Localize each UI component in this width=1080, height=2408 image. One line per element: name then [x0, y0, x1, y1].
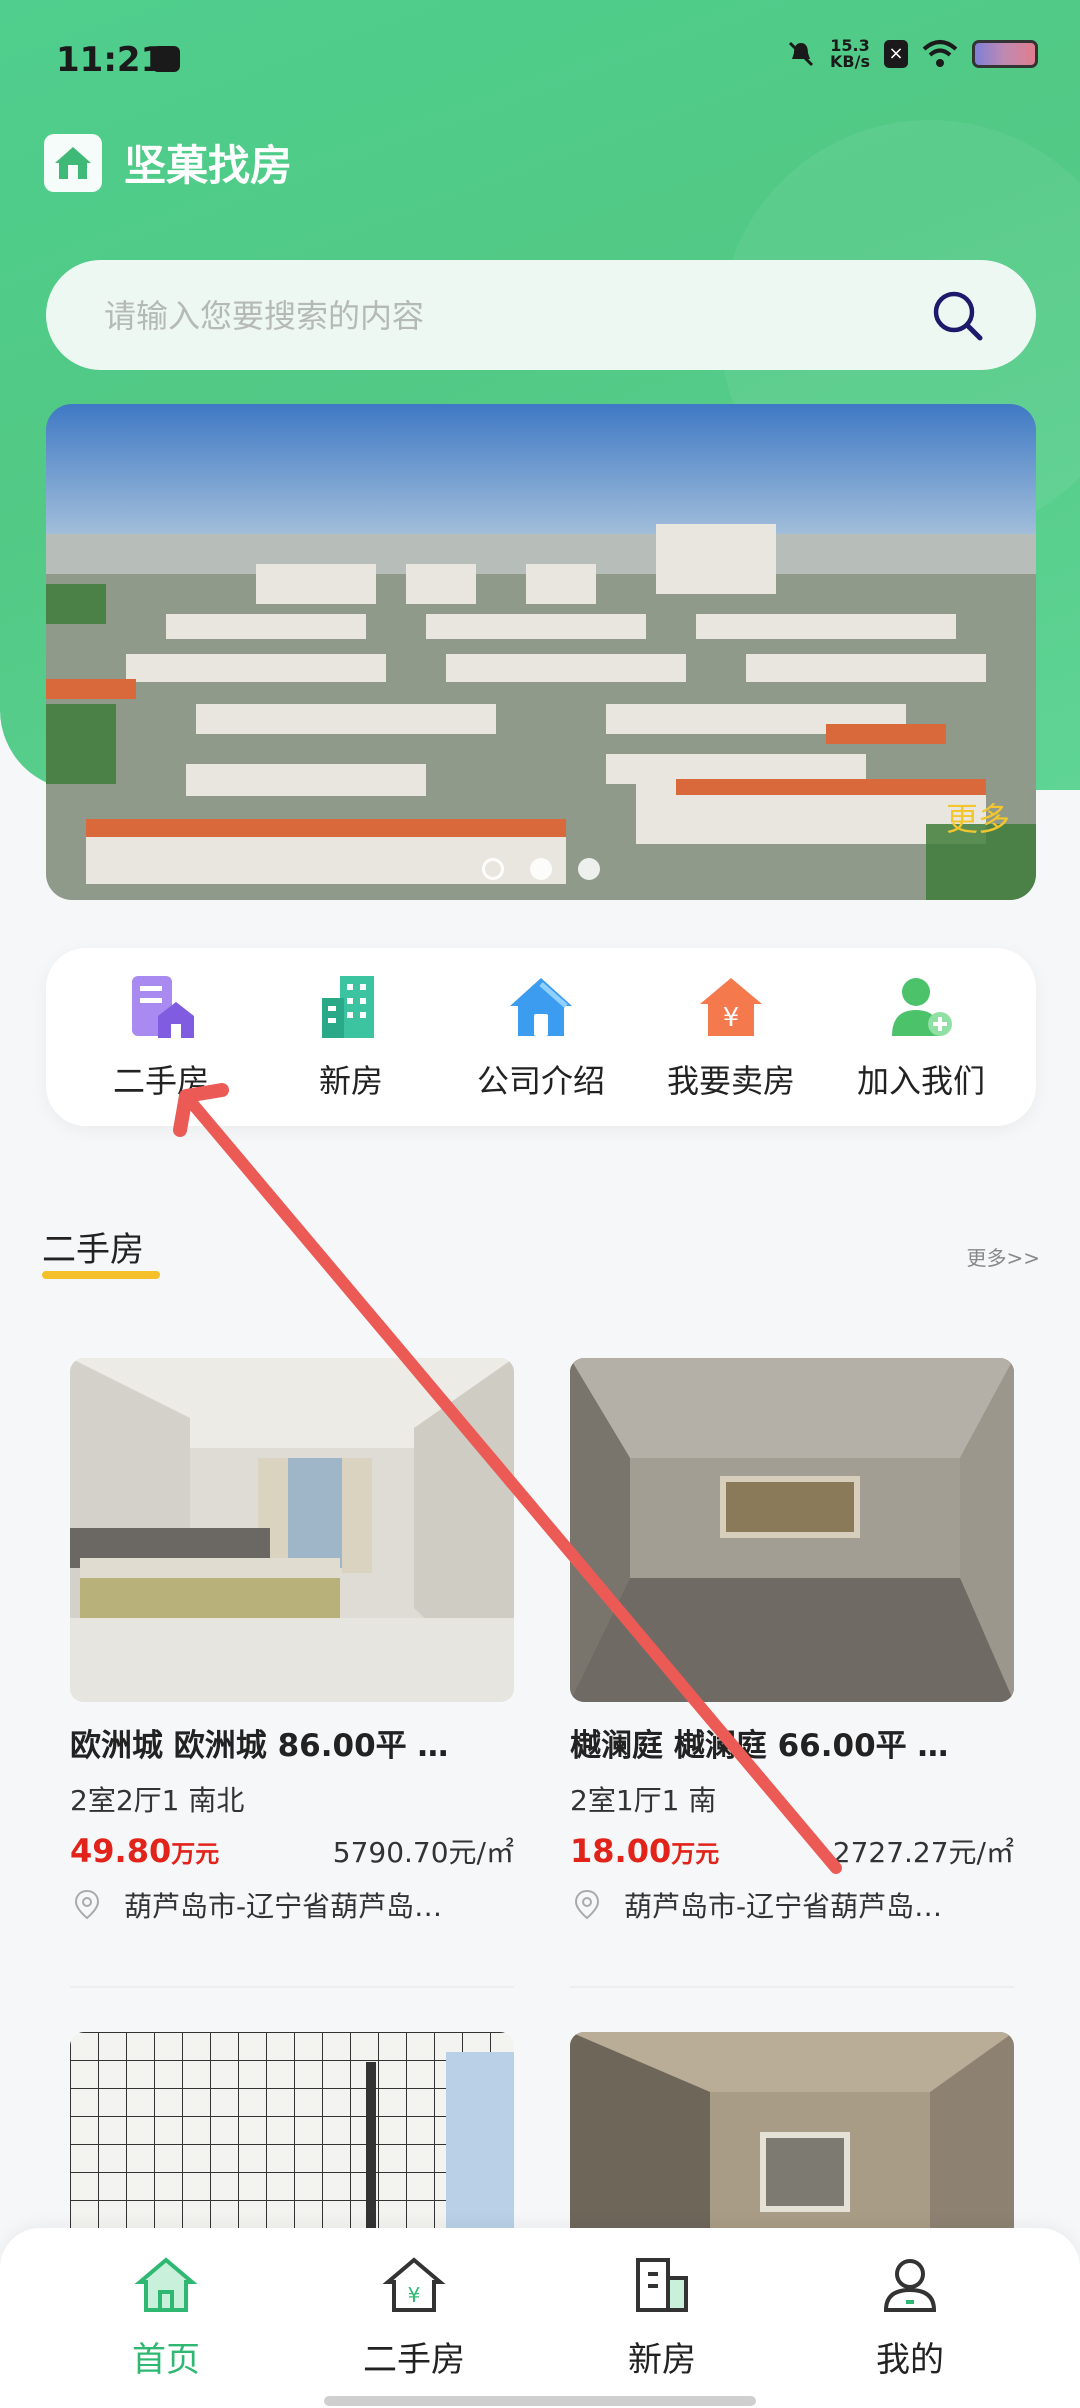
home-icon: [134, 2257, 198, 2312]
svg-text:¥: ¥: [408, 2283, 421, 2307]
company-house-icon: [510, 978, 572, 1036]
second-hand-house-icon: [132, 976, 194, 1038]
banner-carousel[interactable]: 更多: [46, 404, 1036, 900]
mute-bell-icon: [788, 41, 814, 67]
search-icon[interactable]: [930, 288, 986, 344]
join-user-plus-icon: [892, 978, 952, 1036]
home-indicator: [324, 2396, 756, 2406]
status-bar: 11:21 15.3 KB/s ×: [0, 0, 1080, 120]
search-bar[interactable]: [46, 260, 1036, 372]
category-nav: 二手房 新房 公司介绍 ¥ 我要卖房 加入我们: [46, 948, 1036, 1126]
search-input[interactable]: [102, 260, 906, 372]
section-title: 二手房: [42, 1222, 160, 1279]
listing-layout: 2室1厅1 南: [570, 1784, 717, 1817]
wifi-icon: [922, 40, 958, 67]
nav-label: 加入我们: [856, 1062, 985, 1100]
tab-mine[interactable]: 我的: [820, 2252, 1000, 2381]
nav-new-house[interactable]: 新房: [261, 972, 441, 1102]
carousel-dot[interactable]: [482, 858, 504, 880]
listing-unit-price: 5790.70元/㎡: [332, 1836, 514, 1869]
listing-address: 葫芦岛市-辽宁省葫芦岛…: [70, 1885, 514, 1925]
listing-photo: [570, 1358, 1014, 1702]
nav-label: 公司介绍: [476, 1062, 605, 1100]
tab-new-house[interactable]: 新房: [572, 2252, 752, 2381]
app-header: 坚菓找房: [44, 132, 292, 193]
bottom-tab-bar: 首页 ¥ 二手房 新房 我的: [0, 2228, 1080, 2408]
svg-text:¥: ¥: [723, 1003, 740, 1033]
carousel-dot[interactable]: [578, 858, 600, 880]
message-notification-icon: [152, 46, 180, 72]
nav-second-hand[interactable]: 二手房: [71, 972, 251, 1102]
tab-label: 二手房: [363, 2340, 465, 2380]
nav-label: 我要卖房: [666, 1062, 795, 1100]
net-speed: 15.3 KB/s: [830, 36, 870, 71]
close-box-icon: ×: [884, 40, 908, 68]
banner-more-link[interactable]: 更多: [946, 794, 1010, 840]
tab-second-hand[interactable]: ¥ 二手房: [324, 2252, 504, 2381]
app-logo-icon: [44, 133, 102, 192]
location-pin-icon: [74, 1889, 100, 1920]
carousel-dot[interactable]: [530, 858, 552, 880]
sell-house-yen-icon: ¥: [700, 978, 762, 1036]
new-house-building-icon: [636, 2258, 688, 2312]
listing-photo: [70, 1358, 514, 1702]
listing-price: 49.80万元: [70, 1832, 220, 1870]
listing-card[interactable]: 樾澜庭 樾澜庭 66.00平 … 2室1厅1 南 18.00万元 2727.27…: [570, 1358, 1014, 1925]
app-title: 坚菓找房: [124, 141, 293, 190]
divider: [70, 1986, 514, 1988]
battery-icon: [972, 40, 1038, 68]
section-title-underline: [42, 1271, 160, 1279]
carousel-dots: [46, 858, 1036, 880]
new-house-building-icon: [322, 976, 374, 1038]
nav-label: 二手房: [112, 1062, 209, 1100]
section-more-link[interactable]: 更多>>: [966, 1242, 1040, 1271]
listing-card[interactable]: 欧洲城 欧洲城 86.00平 … 2室2厅1 南北 49.80万元 5790.7…: [70, 1358, 514, 1925]
nav-company-intro[interactable]: 公司介绍: [451, 972, 631, 1102]
listing-layout: 2室2厅1 南北: [70, 1784, 245, 1817]
nav-sell-house[interactable]: ¥ 我要卖房: [641, 972, 821, 1102]
nav-join-us[interactable]: 加入我们: [831, 972, 1011, 1102]
listing-price: 18.00万元: [570, 1832, 720, 1870]
listing-address: 葫芦岛市-辽宁省葫芦岛…: [570, 1885, 1014, 1925]
user-profile-icon: [883, 2259, 937, 2312]
tab-label: 我的: [876, 2340, 944, 2380]
listing-title: 欧洲城 欧洲城 86.00平 …: [70, 1728, 449, 1764]
status-time: 11:21: [56, 40, 165, 80]
tab-home[interactable]: 首页: [76, 2252, 256, 2381]
divider: [570, 1986, 1014, 1988]
tab-label: 首页: [132, 2340, 200, 2380]
nav-label: 新房: [318, 1062, 383, 1100]
tab-label: 新房: [628, 2340, 696, 2380]
location-pin-icon: [574, 1889, 600, 1920]
second-hand-house-icon: ¥: [382, 2257, 446, 2312]
listing-unit-price: 2727.27元/㎡: [832, 1836, 1014, 1869]
banner-image: [46, 404, 1036, 900]
listing-title: 樾澜庭 樾澜庭 66.00平 …: [570, 1728, 949, 1764]
